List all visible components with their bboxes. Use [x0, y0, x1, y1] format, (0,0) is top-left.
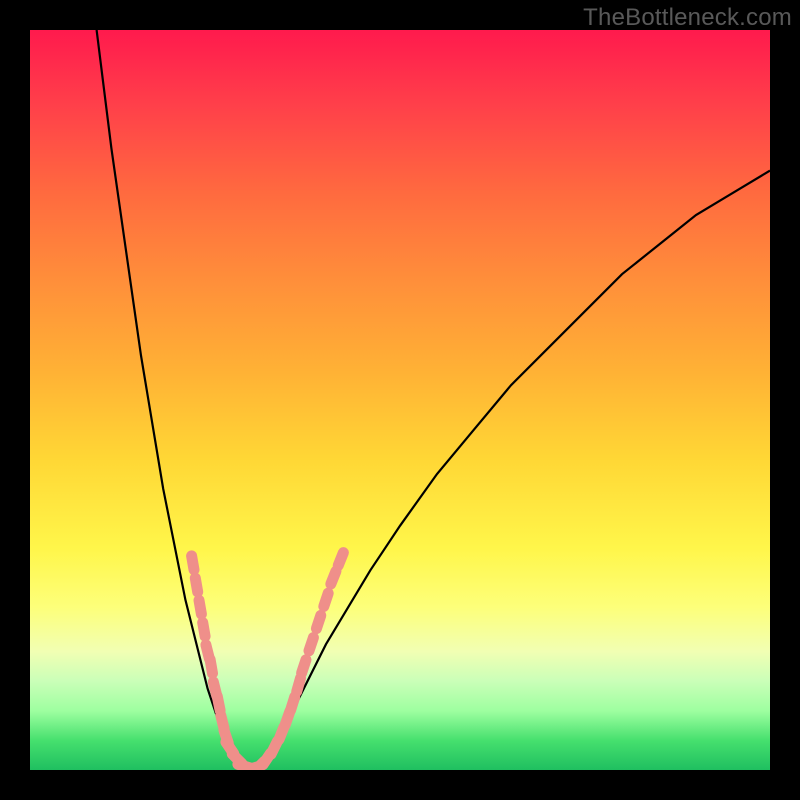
curve-layer — [30, 30, 770, 770]
highlight-markers — [192, 553, 344, 770]
highlight-marker — [192, 556, 194, 570]
highlight-marker — [203, 623, 205, 637]
highlight-marker — [302, 660, 306, 673]
chart-frame: TheBottleneck.com — [0, 0, 800, 800]
highlight-marker — [309, 638, 313, 651]
plot-area — [30, 30, 770, 770]
watermark-text: TheBottleneck.com — [583, 4, 792, 32]
highlight-marker — [338, 553, 343, 566]
highlight-marker — [331, 571, 336, 584]
highlight-marker — [210, 660, 212, 674]
highlight-marker — [199, 600, 201, 614]
highlight-marker — [316, 615, 320, 628]
highlight-marker — [217, 697, 220, 711]
left-curve — [97, 30, 252, 770]
highlight-marker — [324, 593, 328, 606]
right-curve — [252, 171, 770, 770]
highlight-marker — [297, 678, 301, 691]
highlight-marker — [195, 578, 197, 592]
highlight-marker — [291, 697, 295, 710]
